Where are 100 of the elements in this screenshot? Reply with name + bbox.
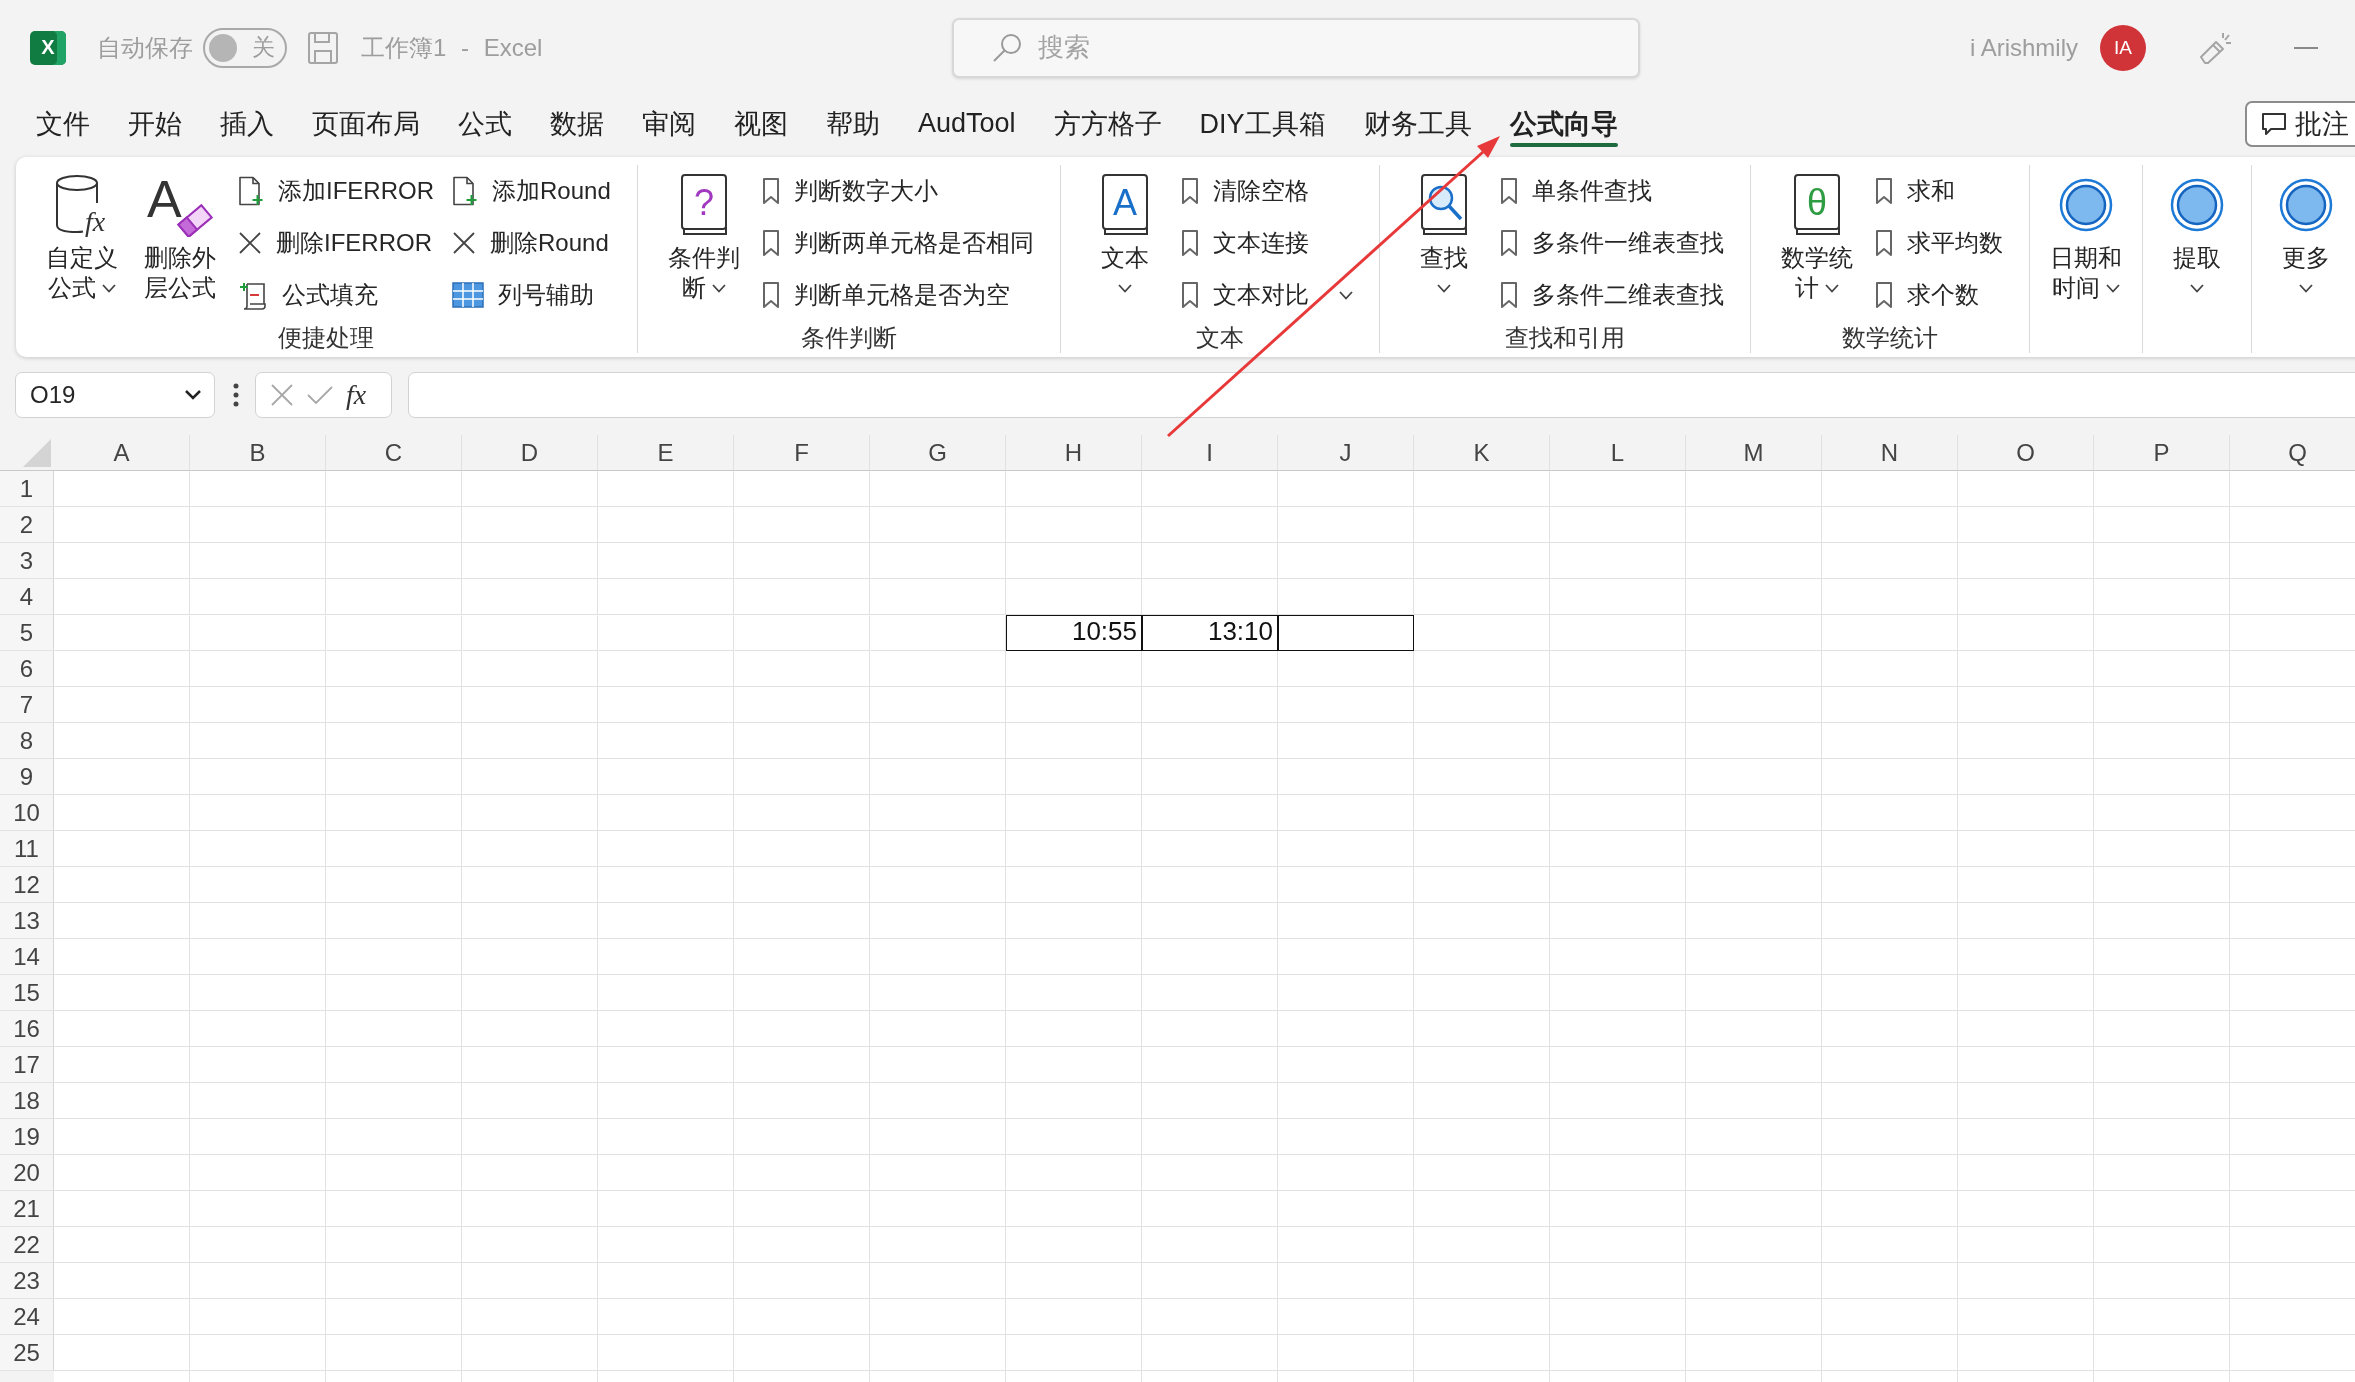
row-header[interactable]: 3 <box>0 543 54 579</box>
ribbon-tab[interactable]: DIY工具箱 <box>1180 97 1345 150</box>
ribbon-button[interactable]: 单条件查找 <box>1499 165 1724 217</box>
ribbon-button[interactable]: 判断单元格是否为空 <box>761 269 1034 321</box>
ribbon-tab[interactable]: 文件 <box>17 97 109 150</box>
ribbon-button[interactable]: 判断数字大小 <box>761 165 1034 217</box>
ribbon-tab[interactable]: 方方格子 <box>1034 97 1181 150</box>
ribbon-button[interactable]: 清除空格 <box>1180 165 1353 217</box>
row-header[interactable]: 9 <box>0 759 54 795</box>
row-header[interactable]: 13 <box>0 903 54 939</box>
column-header[interactable]: K <box>1414 435 1550 471</box>
ribbon-button[interactable]: 求平均数 <box>1874 217 2003 269</box>
table-cell[interactable]: 10:55 <box>1006 615 1142 651</box>
ribbon-button[interactable]: 多条件一维表查找 <box>1499 217 1724 269</box>
column-header[interactable]: L <box>1550 435 1686 471</box>
table-grid-icon <box>452 282 484 308</box>
cross-icon[interactable] <box>270 383 294 407</box>
row-header[interactable]: 18 <box>0 1083 54 1119</box>
circle-icon <box>2058 178 2113 232</box>
column-header[interactable]: G <box>870 435 1006 471</box>
row-header[interactable]: 1 <box>0 471 54 507</box>
row-header[interactable]: 6 <box>0 651 54 687</box>
row-header[interactable]: 7 <box>0 687 54 723</box>
more-icon[interactable] <box>233 383 239 407</box>
insert-function-button[interactable]: fx <box>346 379 367 411</box>
ribbon-button[interactable]: 列号辅助 <box>452 269 611 321</box>
ribbon-button[interactable]: 公式填充 <box>238 269 434 321</box>
ribbon-button[interactable]: 文本连接 <box>1180 217 1353 269</box>
comments-button[interactable]: 批注 <box>2245 100 2355 147</box>
name-box[interactable]: O19 <box>15 372 215 418</box>
row-header[interactable]: 16 <box>0 1011 54 1047</box>
column-header[interactable]: F <box>734 435 870 471</box>
bookmark-icon <box>1180 177 1199 205</box>
column-header[interactable]: O <box>1958 435 2094 471</box>
ribbon-button[interactable]: 多条件二维表查找 <box>1499 269 1724 321</box>
column-header[interactable]: P <box>2094 435 2230 471</box>
ribbon-tab[interactable]: 财务工具 <box>1344 97 1491 150</box>
row-header[interactable]: 21 <box>0 1191 54 1227</box>
row-header[interactable]: 5 <box>0 615 54 651</box>
row-header[interactable]: 15 <box>0 975 54 1011</box>
row-header[interactable]: 22 <box>0 1227 54 1263</box>
row-header[interactable]: 24 <box>0 1299 54 1335</box>
row-header[interactable]: 14 <box>0 939 54 975</box>
ribbon-button[interactable]: θ 数学统 计 <box>1776 165 1857 321</box>
column-header[interactable]: H <box>1006 435 1142 471</box>
ribbon-button[interactable]: 查找 <box>1405 165 1482 321</box>
ribbon-button[interactable]: 判断两单元格是否相同 <box>761 217 1034 269</box>
ribbon-button[interactable]: 求和 <box>1874 165 2003 217</box>
table-cell[interactable]: 13:10 <box>1142 615 1278 651</box>
column-header[interactable]: D <box>462 435 598 471</box>
row-header[interactable]: 23 <box>0 1263 54 1299</box>
ribbon-tab[interactable]: AudTool <box>899 97 1035 150</box>
ribbon-tab[interactable]: 插入 <box>201 97 293 150</box>
ribbon-button[interactable]: ? 条件判 断 <box>663 165 744 321</box>
column-header[interactable]: E <box>598 435 734 471</box>
row-header[interactable]: 2 <box>0 507 54 543</box>
ribbon-button[interactable]: 提取 <box>2158 165 2235 319</box>
ribbon-tab[interactable]: 视图 <box>715 97 807 150</box>
row-header[interactable]: 25 <box>0 1335 54 1371</box>
caret-icon <box>1824 283 1839 293</box>
row-header[interactable]: 12 <box>0 867 54 903</box>
column-header[interactable]: J <box>1278 435 1414 471</box>
column-header[interactable]: M <box>1686 435 1822 471</box>
save-icon[interactable] <box>307 30 339 65</box>
column-header[interactable]: N <box>1822 435 1958 471</box>
ribbon-tab[interactable]: 审阅 <box>623 97 715 150</box>
row-header[interactable]: 11 <box>0 831 54 867</box>
ribbon-tab[interactable]: 公式 <box>439 97 531 150</box>
row-header[interactable]: 20 <box>0 1155 54 1191</box>
table-cell[interactable] <box>1278 615 1414 651</box>
ribbon-button[interactable]: A 文本 <box>1086 165 1163 321</box>
ribbon-tab[interactable]: 公式向导 <box>1490 97 1637 150</box>
column-header[interactable]: A <box>54 435 190 471</box>
user-avatar[interactable]: IA <box>2100 24 2146 71</box>
ribbon-button[interactable]: 添加IFERROR <box>238 165 434 217</box>
ribbon-button[interactable]: A 删除外 层公式 <box>140 165 220 321</box>
column-header[interactable]: I <box>1142 435 1278 471</box>
row-header[interactable]: 8 <box>0 723 54 759</box>
formula-input[interactable] <box>408 372 2355 418</box>
ribbon-button[interactable]: fx 自定义 公式 <box>42 165 122 321</box>
ribbon-tab[interactable]: 数据 <box>531 97 623 150</box>
row-header[interactable]: 4 <box>0 579 54 615</box>
ribbon-button[interactable]: 更多 <box>2267 165 2344 319</box>
ribbon-button[interactable]: 日期和 时间 <box>2045 165 2126 319</box>
ribbon-tab[interactable]: 页面布局 <box>293 97 439 150</box>
column-header[interactable]: B <box>190 435 326 471</box>
ribbon-button[interactable]: 求个数 <box>1874 269 2003 321</box>
row-header[interactable]: 10 <box>0 795 54 831</box>
check-icon[interactable] <box>306 384 334 406</box>
column-header[interactable]: C <box>326 435 462 471</box>
ribbon-tab[interactable]: 开始 <box>109 97 201 150</box>
minimize-icon[interactable] <box>2294 45 2318 50</box>
select-all-icon[interactable] <box>23 439 51 467</box>
ribbon-tab[interactable]: 帮助 <box>807 97 899 150</box>
ribbon-button[interactable]: 删除Round <box>452 217 611 269</box>
row-header[interactable]: 17 <box>0 1047 54 1083</box>
ribbon-button[interactable]: 添加Round <box>452 165 611 217</box>
ribbon-button[interactable]: 文本对比 <box>1180 269 1353 321</box>
ribbon-button[interactable]: 删除IFERROR <box>238 217 434 269</box>
row-header[interactable]: 19 <box>0 1119 54 1155</box>
